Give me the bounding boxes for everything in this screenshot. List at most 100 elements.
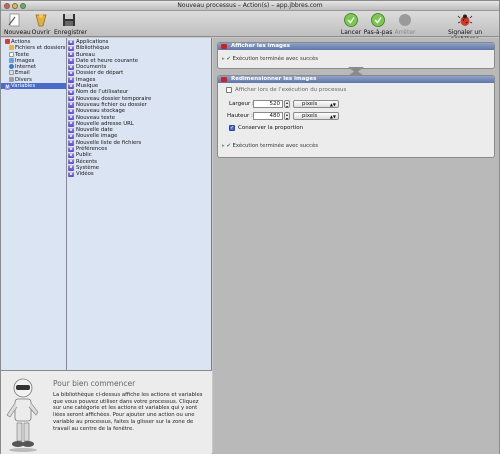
app-window: Nouveau processus – Action(s) – app.jbbr… [0, 0, 500, 454]
open-icon [33, 12, 49, 28]
show-on-run-checkbox[interactable] [226, 87, 232, 93]
variable-icon: V [68, 133, 74, 140]
description-text: La bibliothèque ci-dessus affiche les ac… [53, 392, 203, 432]
category-list: Actions Fichiers et dossiers Texte Image… [1, 38, 67, 370]
list-item-label: Nouvelle adresse URL [76, 120, 134, 127]
step-button-label: Pas-à-pas [363, 29, 393, 36]
step-button[interactable]: Pas-à-pas [363, 12, 393, 36]
bug-icon [457, 12, 473, 28]
status-text: Exécution terminée avec succès [232, 56, 318, 62]
category-label: Fichiers et dossiers [15, 45, 66, 52]
action-header[interactable]: Afficher les images [218, 43, 494, 50]
variable-icon: V [68, 108, 74, 115]
variable-icon: V [68, 146, 74, 152]
variable-icon: V [68, 45, 74, 52]
variable-icon: V [68, 102, 74, 108]
category-variables[interactable]: V Variables [1, 83, 66, 91]
run-icon [343, 12, 359, 28]
variable-icon: V [68, 89, 74, 96]
list-item-label: Récents [76, 158, 98, 165]
close-window-button[interactable] [4, 3, 10, 9]
list-item-label: Nouvelle date [76, 127, 113, 134]
floppy-disk-icon [61, 12, 77, 28]
variable-icon: V [68, 115, 74, 121]
list-item-label: Bureau [76, 51, 95, 58]
checkmark-icon: ✔ [226, 56, 231, 62]
variable-icon: V [68, 39, 74, 45]
save-button-label: Enregistrer [54, 29, 88, 36]
variable-icon: V [68, 140, 74, 146]
window-title: Nouveau processus – Action(s) – app.jbbr… [177, 2, 323, 9]
robot-mascot-icon [5, 377, 41, 453]
list-item-label: Nouveau dossier temporaire [76, 95, 152, 102]
width-field[interactable]: 520 [253, 100, 283, 108]
action-card-show-images[interactable]: Afficher les images ▸ ✔ Exécution termin… [217, 42, 495, 69]
toolbar: Nouveau Ouvrir Enregistrer Lancer Pas-à-… [1, 11, 499, 43]
keep-ratio-checkbox[interactable]: ✓ [229, 125, 235, 131]
category-label: Variables [11, 83, 36, 90]
height-field[interactable]: 480 [253, 112, 283, 120]
list-item[interactable]: V Vidéos [67, 171, 211, 177]
width-unit-value: pixels [302, 101, 318, 107]
variable-icon: V [68, 165, 74, 171]
variable-icon: V [68, 152, 74, 159]
status-text: Exécution terminée avec succès [232, 143, 318, 149]
title-bar: Nouveau processus – Action(s) – app.jbbr… [1, 1, 499, 11]
actions-icon [5, 39, 10, 44]
category-label: Email [15, 70, 30, 77]
list-item-label: Nouveau texte [76, 114, 115, 121]
stop-button-label: Arrêter [394, 29, 416, 36]
variable-icon: V [68, 83, 74, 89]
action-card-resize-images[interactable]: Redimensionner les images Afficher lors … [217, 75, 495, 158]
new-button-label: Nouveau [4, 29, 31, 36]
description-title: Pour bien commencer [53, 379, 136, 388]
category-label: Texte [15, 51, 29, 58]
variable-icon: V [68, 127, 74, 133]
variable-icon: V [68, 171, 74, 178]
save-button[interactable]: Enregistrer [54, 12, 88, 36]
height-unit-value: pixels [302, 113, 318, 119]
variable-icon: V [68, 64, 74, 70]
height-stepper[interactable]: ▴ ▾ [284, 112, 290, 120]
list-item-label: Public [76, 152, 92, 159]
variable-icon: V [68, 70, 74, 77]
list-item-label: Nouvelle liste de fichiers [76, 139, 142, 146]
category-label: Internet [15, 64, 37, 71]
height-label: Hauteur : [227, 113, 253, 119]
action-status: ▸ ✔ Exécution terminée avec succès [218, 56, 494, 63]
minimize-window-button[interactable] [12, 3, 18, 9]
width-stepper[interactable]: ▴ ▾ [284, 100, 290, 108]
new-button[interactable]: Nouveau [4, 12, 31, 36]
zoom-window-button[interactable] [20, 3, 26, 9]
open-button-label: Ouvrir [31, 29, 51, 36]
folder-icon [9, 45, 14, 51]
list-item-label: Date et heure courante [76, 57, 138, 64]
disclosure-triangle-icon[interactable]: ▸ [222, 56, 225, 62]
email-icon [9, 70, 14, 76]
height-unit-select[interactable]: pixels ▲▼ [293, 112, 339, 120]
variable-icon: V [68, 58, 74, 64]
disclosure-triangle-icon[interactable]: ▸ [222, 143, 225, 149]
list-item-label: Nouvelle image [76, 133, 118, 140]
run-button[interactable]: Lancer [340, 12, 362, 36]
workflow-area[interactable]: Afficher les images ▸ ✔ Exécution termin… [213, 38, 499, 454]
width-unit-select[interactable]: pixels ▲▼ [293, 100, 339, 108]
stop-button[interactable]: Arrêter [394, 12, 416, 36]
open-button[interactable]: Ouvrir [31, 12, 51, 36]
variable-icon: V [68, 52, 74, 58]
action-icon [221, 77, 227, 82]
list-item-label: Nom de l’utilisateur [76, 89, 129, 96]
misc-icon [9, 76, 14, 82]
description-panel: Pour bien commencer La bibliothèque ci-d… [1, 370, 212, 454]
list-item-label: Images [76, 76, 96, 83]
category-label: Actions [11, 39, 31, 45]
category-label: Images [15, 57, 35, 64]
action-header[interactable]: Redimensionner les images [218, 76, 494, 83]
list-item-label: Préférences [76, 146, 108, 153]
step-icon [370, 12, 386, 28]
keep-ratio-label: Conserver la proportion [238, 125, 304, 131]
action-title: Redimensionner les images [231, 76, 317, 82]
chevron-down-icon: ▲▼ [329, 114, 336, 119]
variable-icon: V [68, 121, 74, 127]
category-label: Divers [15, 76, 32, 83]
